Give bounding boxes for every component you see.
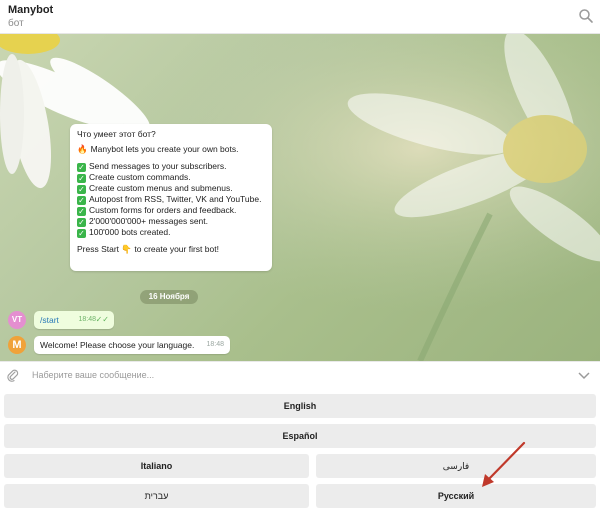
message-input[interactable]: Наберите ваше сообщение... <box>32 370 154 380</box>
feature-text: Create custom menus and submenus. <box>89 183 233 193</box>
feature-text: Send messages to your subscribers. <box>89 161 227 171</box>
message-time: 18:48 <box>206 341 224 348</box>
bot-info-card: Что умеет этот бот? 🔥 Manybot lets you cr… <box>70 124 272 271</box>
feature-text: 2'000'000'000+ messages sent. <box>89 216 208 226</box>
check-icon: ✓ <box>77 207 86 216</box>
language-button-hebrew[interactable]: עברית <box>4 484 309 508</box>
feature-item: ✓ Autopost from RSS, Twitter, VK and YouT… <box>77 194 265 205</box>
paperclip-icon[interactable] <box>6 369 20 383</box>
read-check-icon: ✓✓ <box>95 315 109 324</box>
chat-subtitle: бот <box>8 18 24 29</box>
feature-text: Custom forms for orders and feedback. <box>89 205 237 215</box>
language-button-english[interactable]: English <box>4 394 596 418</box>
check-icon: ✓ <box>77 218 86 227</box>
message-text[interactable]: /start <box>40 315 59 325</box>
cta-text-before: Press Start <box>77 244 120 254</box>
search-icon[interactable] <box>578 8 594 24</box>
outgoing-message: /start 18:48 ✓✓ <box>34 311 114 329</box>
check-icon: ✓ <box>77 196 86 205</box>
language-button-farsi[interactable]: فارسی <box>316 454 596 478</box>
card-intro: Manybot lets you create your own bots. <box>90 144 239 154</box>
feature-item: ✓ 2'000'000'000+ messages sent. <box>77 216 265 227</box>
message-text: Welcome! Please choose your language. <box>40 340 195 350</box>
annotation-arrow-icon <box>482 441 526 487</box>
feature-item: ✓ Create custom commands. <box>77 172 265 183</box>
card-intro-line: 🔥 Manybot lets you create your own bots. <box>77 144 265 155</box>
chevron-down-icon[interactable] <box>578 371 590 381</box>
feature-item: ✓ Custom forms for orders and feedback. <box>77 205 265 216</box>
card-cta: Press Start 👇 to create your first bot! <box>77 244 265 255</box>
pointing-hand-icon: 👇 <box>121 244 133 254</box>
check-icon: ✓ <box>77 185 86 194</box>
incoming-message: Welcome! Please choose your language. 18… <box>34 336 230 354</box>
feature-item: ✓ Send messages to your subscribers. <box>77 161 265 172</box>
message-time: 18:48 <box>78 316 96 323</box>
check-icon: ✓ <box>77 163 86 172</box>
check-icon: ✓ <box>77 229 86 238</box>
date-separator: 16 Ноября <box>140 290 198 304</box>
feature-text: 100'000 bots created. <box>89 227 171 237</box>
feature-text: Create custom commands. <box>89 172 191 182</box>
message-input-bar: Наберите ваше сообщение... <box>0 361 600 391</box>
fire-icon: 🔥 <box>77 144 88 154</box>
user-avatar[interactable]: VT <box>8 311 26 329</box>
feature-text: Autopost from RSS, Twitter, VK and YouTu… <box>89 194 262 204</box>
cta-text-after: to create your first bot! <box>134 244 219 254</box>
chat-title[interactable]: Manybot <box>8 4 53 16</box>
feature-item: ✓ Create custom menus and submenus. <box>77 183 265 194</box>
chat-header: Manybot бот <box>0 0 600 34</box>
language-button-italiano[interactable]: Italiano <box>4 454 309 478</box>
language-button-russian[interactable]: Русский <box>316 484 596 508</box>
check-icon: ✓ <box>77 174 86 183</box>
feature-item: ✓ 100'000 bots created. <box>77 227 265 238</box>
card-title: Что умеет этот бот? <box>77 129 156 139</box>
bot-avatar[interactable]: M <box>8 336 26 354</box>
